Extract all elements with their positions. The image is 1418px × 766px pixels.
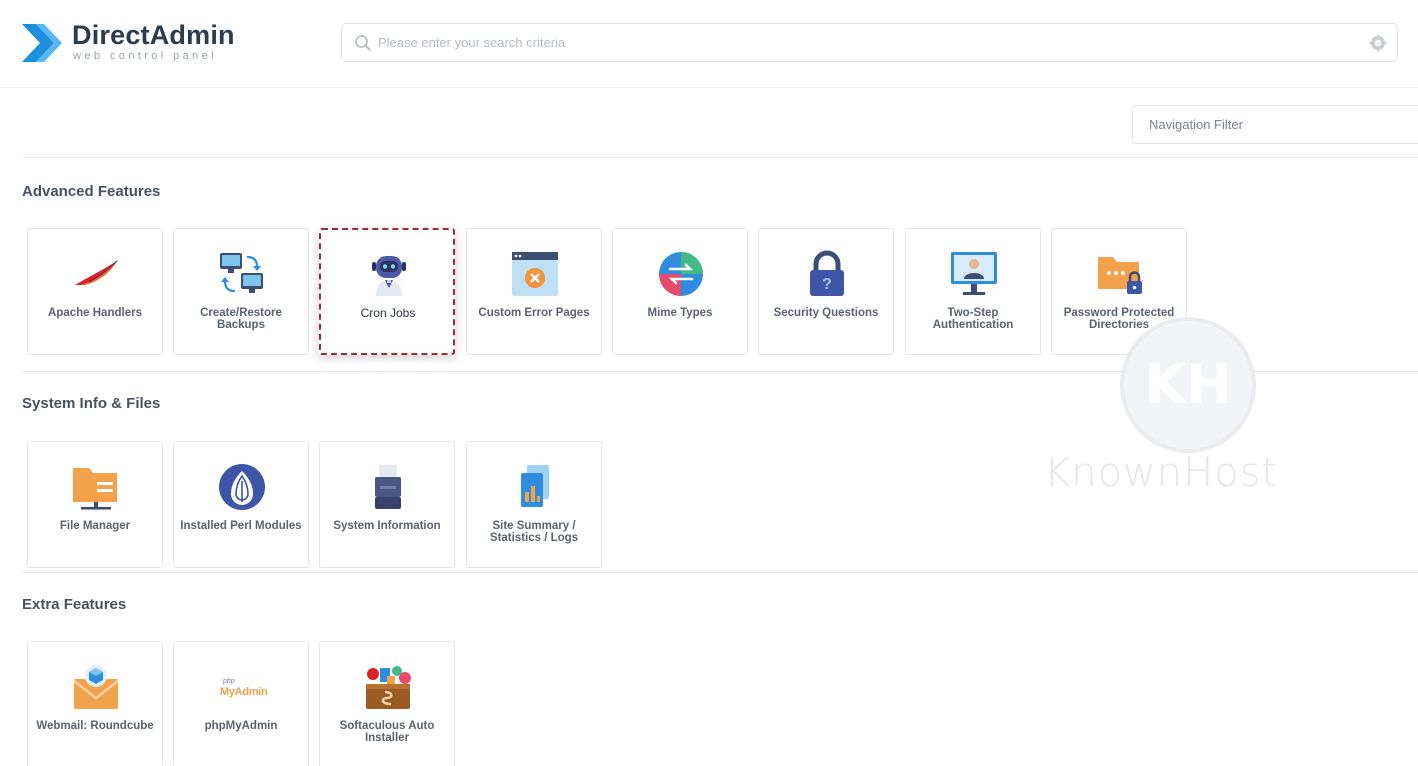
- card-create-restore-backups[interactable]: Create/Restore Backups: [173, 228, 309, 355]
- onion-icon: [219, 464, 265, 510]
- card-file-manager[interactable]: File Manager: [27, 441, 163, 568]
- envelope-icon: [73, 665, 119, 709]
- card-label: Create/Restore Backups: [200, 307, 282, 331]
- section-divider: [22, 572, 1418, 573]
- svg-text:?: ?: [822, 276, 832, 293]
- search-bar: [341, 23, 1398, 62]
- section-title-advanced-features: Advanced Features: [22, 183, 161, 200]
- card-label: System Information: [333, 520, 441, 532]
- error-page-icon: [512, 252, 558, 296]
- card-label: Apache Handlers: [48, 307, 142, 319]
- folder-icon: [73, 468, 117, 510]
- search-icon: [355, 35, 371, 51]
- brand-tagline: web control panel: [73, 50, 218, 62]
- card-apache-handlers[interactable]: Apache Handlers: [27, 228, 163, 355]
- printer-icon: [375, 465, 401, 509]
- phpmyadmin-logo-large: MyAdmin: [220, 686, 268, 698]
- backup-icon: [220, 253, 263, 293]
- softaculous-icon: [366, 666, 411, 709]
- phpmyadmin-icon: php MyAdmin: [217, 662, 268, 712]
- section-divider: [22, 371, 1418, 372]
- card-custom-error-pages[interactable]: Custom Error Pages: [466, 228, 602, 355]
- section-divider: [22, 157, 1418, 158]
- search-input[interactable]: [378, 24, 1358, 61]
- phpmyadmin-logo-small: php: [223, 678, 235, 685]
- card-label: Webmail: Roundcube: [36, 720, 154, 732]
- card-label: File Manager: [59, 520, 131, 532]
- card-label: Password Protected Directories: [1063, 307, 1175, 331]
- card-label: Mime Types: [647, 307, 713, 319]
- card-label: Site Summary / Statistics / Logs: [489, 520, 579, 544]
- lock-icon: ?: [810, 250, 844, 296]
- navigation-filter-input[interactable]: [1149, 106, 1409, 143]
- card-label: Custom Error Pages: [478, 307, 590, 319]
- brand-name: DirectAdmin: [72, 20, 235, 50]
- card-label: Cron Jobs: [360, 306, 416, 320]
- card-mime-types[interactable]: Mime Types: [612, 228, 748, 355]
- watermark-mark: KH: [1144, 353, 1231, 416]
- navigation-filter: [1132, 105, 1418, 144]
- card-system-information[interactable]: System Information: [319, 441, 455, 568]
- folder-lock-icon: [1098, 257, 1142, 294]
- card-webmail-roundcube[interactable]: Webmail: Roundcube: [27, 641, 163, 766]
- stats-icon: [521, 465, 549, 507]
- mime-icon: [659, 252, 703, 296]
- card-cron-jobs[interactable]: Cron Jobs: [319, 228, 455, 355]
- card-security-questions[interactable]: ? Security Questions: [758, 228, 894, 355]
- robot-icon: [372, 256, 406, 296]
- card-label: Security Questions: [773, 307, 879, 319]
- watermark-text: KnownHost: [1044, 450, 1279, 496]
- card-label: Two-Step Authentication: [932, 307, 1014, 331]
- gear-icon[interactable]: [1369, 34, 1387, 52]
- card-label: Softaculous Auto Installer: [339, 720, 435, 744]
- card-phpmyadmin[interactable]: php MyAdmin phpMyAdmin: [173, 641, 309, 766]
- feather-icon: [75, 260, 118, 285]
- card-softaculous-auto-installer[interactable]: Softaculous Auto Installer: [319, 641, 455, 766]
- card-site-summary-statistics-logs[interactable]: Site Summary / Statistics / Logs: [466, 441, 602, 568]
- card-label: Installed Perl Modules: [180, 520, 302, 532]
- top-header: DirectAdmin web control panel: [0, 0, 1418, 88]
- section-title-system-info-files: System Info & Files: [22, 395, 161, 412]
- card-two-step-authentication[interactable]: Two-Step Authentication: [905, 228, 1041, 355]
- section-title-extra-features: Extra Features: [22, 596, 127, 613]
- directadmin-logo-icon: [22, 24, 62, 62]
- card-installed-perl-modules[interactable]: Installed Perl Modules: [173, 441, 309, 568]
- monitor-user-icon: [951, 252, 997, 295]
- card-password-protected-directories[interactable]: Password Protected Directories: [1051, 228, 1187, 355]
- directadmin-logo[interactable]: DirectAdmin web control panel: [22, 18, 252, 68]
- card-label: phpMyAdmin: [204, 720, 278, 732]
